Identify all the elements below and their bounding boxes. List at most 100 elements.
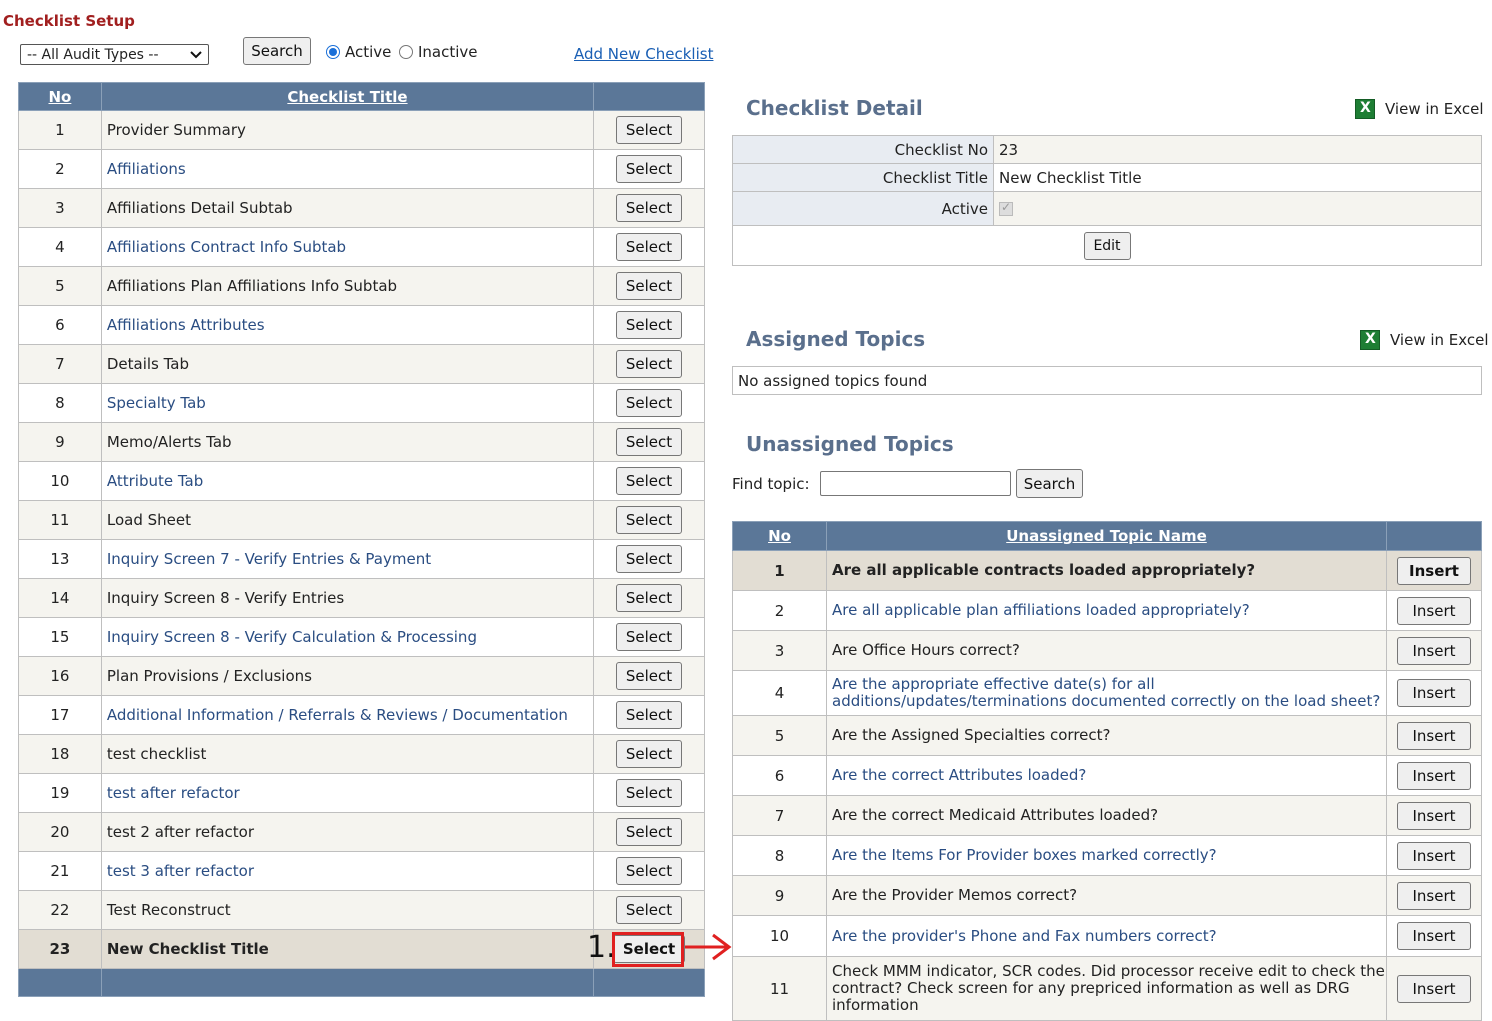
table-row: 7 Are the correct Medicaid Attributes loa… [732, 795, 1482, 836]
checklist-title-cell[interactable]: Affiliations [100, 149, 595, 189]
assigned-topics-title: Assigned Topics [746, 327, 926, 351]
table-row: 19 test after refactor Select [18, 773, 705, 813]
topic-name-cell: Check MMM indicator, SCR codes. Did proc… [826, 956, 1387, 1021]
select-button[interactable]: Select [615, 389, 683, 417]
inactive-radio-option[interactable]: Inactive [399, 43, 478, 61]
select-button[interactable]: Select [615, 857, 683, 885]
topic-name-cell[interactable]: Are the Items For Provider boxes marked … [826, 835, 1387, 876]
checklist-title-cell[interactable]: test 3 after refactor [100, 851, 595, 891]
detail-view-in-excel-link[interactable]: View in Excel [1355, 99, 1484, 119]
active-radio[interactable] [326, 45, 340, 59]
insert-button[interactable]: Insert [1397, 881, 1471, 910]
table-row: 9 Memo/Alerts Tab Select [18, 422, 705, 462]
select-button[interactable]: Select [615, 701, 683, 729]
checklist-title-cell[interactable]: Inquiry Screen 8 - Verify Calculation & … [100, 617, 595, 657]
audit-type-select[interactable]: -- All Audit Types -- [20, 44, 209, 65]
find-topic-search-button[interactable]: Search [1016, 469, 1083, 498]
add-new-checklist-link[interactable]: Add New Checklist [574, 45, 713, 63]
insert-button[interactable]: Insert [1397, 974, 1471, 1003]
edit-button[interactable]: Edit [1083, 231, 1131, 260]
row-number: 13 [18, 539, 102, 579]
assigned-view-in-excel-label: View in Excel [1390, 331, 1489, 349]
select-button[interactable]: Select [615, 623, 683, 651]
select-button[interactable]: Select [615, 818, 683, 846]
checklist-title-cell: Load Sheet [100, 500, 595, 540]
row-number: 20 [18, 812, 102, 852]
column-header-topic-name[interactable]: Unassigned Topic Name [826, 521, 1387, 551]
table-row: 1 Are all applicable contracts loaded app… [732, 550, 1482, 591]
select-button[interactable]: Select [615, 467, 683, 495]
checklist-title-cell[interactable]: Inquiry Screen 7 - Verify Entries & Paym… [100, 539, 595, 579]
topic-name-cell[interactable]: Are all applicable plan affiliations loa… [826, 590, 1387, 631]
active-checkbox [999, 200, 1013, 216]
row-number: 6 [18, 305, 102, 345]
row-number: 22 [18, 890, 102, 930]
select-button[interactable]: Select [615, 233, 683, 261]
detail-view-in-excel-label: View in Excel [1385, 100, 1484, 118]
chevron-down-icon [190, 47, 202, 63]
checklist-title-cell: Provider Summary [100, 110, 595, 150]
search-button[interactable]: Search [243, 37, 311, 65]
select-button[interactable]: Select [615, 428, 683, 456]
select-button[interactable]: Select [615, 272, 683, 300]
insert-button[interactable]: Insert [1397, 636, 1471, 665]
checklist-title-cell: Test Reconstruct [100, 890, 595, 930]
inactive-radio[interactable] [399, 45, 413, 59]
row-number: 4 [732, 670, 827, 716]
excel-icon [1360, 330, 1380, 350]
select-button[interactable]: Select [615, 545, 683, 573]
checklist-title-cell: Inquiry Screen 8 - Verify Entries [100, 578, 595, 618]
table-row: 11 Check MMM indicator, SCR codes. Did pr… [732, 956, 1482, 1021]
checklist-title-cell[interactable]: Specialty Tab [100, 383, 595, 423]
topic-name-cell[interactable]: Are the appropriate effective date(s) fo… [826, 670, 1387, 716]
row-number: 8 [732, 835, 827, 876]
select-button[interactable]: Select [615, 194, 683, 222]
column-header-no[interactable]: No [18, 82, 102, 111]
column-header-no[interactable]: No [732, 521, 827, 551]
checklist-title-value: New Checklist Title [993, 163, 1482, 192]
assigned-topics-empty: No assigned topics found [732, 366, 1482, 395]
select-button[interactable]: Select [615, 155, 683, 183]
active-radio-label: Active [345, 43, 392, 61]
column-header-title[interactable]: Checklist Title [100, 82, 595, 111]
checklist-title-cell[interactable]: Additional Information / Referrals & Rev… [100, 695, 595, 735]
select-button[interactable]: Select [615, 896, 683, 924]
select-button[interactable]: Select [615, 311, 683, 339]
checklist-title-cell[interactable]: Affiliations Contract Info Subtab [100, 227, 595, 267]
row-number: 3 [732, 630, 827, 671]
insert-button[interactable]: Insert [1397, 801, 1471, 830]
row-number: 1 [18, 110, 102, 150]
topic-name-cell[interactable]: Are the correct Attributes loaded? [826, 755, 1387, 796]
insert-button[interactable]: Insert [1397, 761, 1471, 790]
checklist-title-cell: Affiliations Detail Subtab [100, 188, 595, 228]
table-row: 15 Inquiry Screen 8 - Verify Calculation … [18, 617, 705, 657]
excel-icon [1355, 99, 1375, 119]
row-number: 2 [18, 149, 102, 189]
topic-name-cell[interactable]: Are the provider's Phone and Fax numbers… [826, 915, 1387, 957]
checklist-title-label: Checklist Title [732, 163, 994, 192]
select-button[interactable]: Select [615, 116, 683, 144]
select-button[interactable]: Select [615, 779, 683, 807]
checklist-title-cell[interactable]: Attribute Tab [100, 461, 595, 501]
insert-button[interactable]: Insert [1397, 556, 1471, 585]
active-radio-option[interactable]: Active [326, 43, 391, 61]
insert-button[interactable]: Insert [1397, 679, 1471, 707]
select-button[interactable]: Select [615, 350, 683, 378]
select-button[interactable]: Select [615, 584, 683, 612]
insert-button[interactable]: Insert [1397, 841, 1471, 870]
column-header-action [1386, 521, 1482, 551]
select-button[interactable]: Select [615, 662, 683, 690]
assigned-view-in-excel-link[interactable]: View in Excel [1360, 330, 1489, 350]
topic-name-cell: Are Office Hours correct? [826, 630, 1387, 671]
insert-button[interactable]: Insert [1397, 922, 1471, 950]
checklist-title-cell[interactable]: test after refactor [100, 773, 595, 813]
insert-button[interactable]: Insert [1397, 721, 1471, 750]
table-row: 21 test 3 after refactor Select [18, 851, 705, 891]
insert-button[interactable]: Insert [1397, 596, 1471, 625]
table-row: 17 Additional Information / Referrals & R… [18, 695, 705, 735]
select-button[interactable]: Select [615, 740, 683, 768]
checklist-title-cell[interactable]: Affiliations Attributes [100, 305, 595, 345]
select-button[interactable]: Select [615, 506, 683, 534]
unassigned-topics-table: No Unassigned Topic Name 1 Are all applic… [732, 521, 1482, 1021]
find-topic-input[interactable] [820, 471, 1011, 496]
